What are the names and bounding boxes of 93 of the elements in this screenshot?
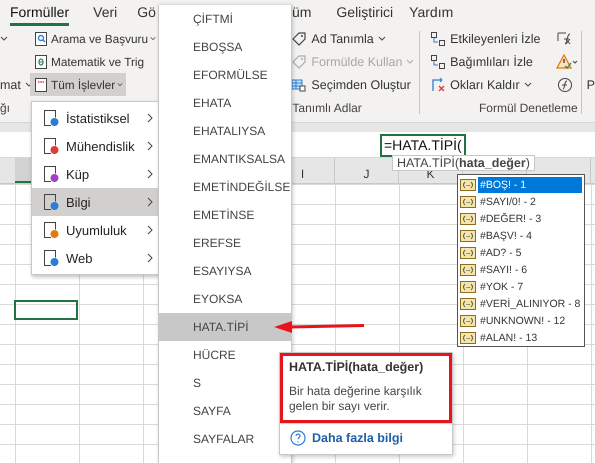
ribbon-button[interactable]: Tüm İşlevler	[30, 73, 126, 96]
tag-icon	[291, 30, 308, 46]
menu-item[interactable]: EHATALIYSA	[159, 117, 291, 145]
caret-icon	[406, 59, 414, 64]
menu-item[interactable]: ÇİFTMİ	[159, 5, 291, 33]
caret-icon	[150, 36, 156, 41]
chevron-right-icon	[147, 253, 153, 263]
column-header[interactable]: I	[300, 168, 304, 181]
menu-item[interactable]: Bilgi	[32, 188, 159, 216]
autocomplete-item[interactable]: #ALAN! - 13	[478, 330, 582, 346]
menu-item[interactable]: EREFSE	[159, 229, 291, 257]
category-icon	[42, 137, 60, 155]
category-icon	[42, 221, 60, 239]
chevron-right-icon	[147, 197, 153, 207]
constant-icon	[460, 332, 476, 344]
lookup-book-icon	[33, 30, 49, 46]
menu-item[interactable]: EYOKSA	[159, 285, 291, 313]
book-icon	[33, 76, 49, 92]
category-icon	[42, 165, 60, 183]
menu-item[interactable]: Web	[32, 244, 159, 272]
ribbon-button[interactable]: Matematik ve Trig	[30, 50, 148, 73]
autocomplete-item[interactable]: #VERİ_ALINIYOR - 8	[478, 296, 582, 312]
constant-icon	[460, 196, 476, 208]
ribbon-tab[interactable]: Veri	[93, 1, 118, 26]
theta-book-icon	[33, 54, 49, 70]
autocomplete-item[interactable]: #AD? - 5	[478, 244, 582, 260]
constant-icon	[460, 212, 476, 224]
ribbon-button[interactable]: Arama ve Başvuru	[30, 27, 160, 50]
menu-item[interactable]: ESAYIYSA	[159, 257, 291, 285]
menu-item[interactable]: EMANTIKSALSA	[159, 145, 291, 173]
caret-icon	[117, 82, 124, 87]
command-label[interactable]: mat	[0, 78, 21, 92]
caret-icon	[524, 82, 532, 87]
chevron-right-icon	[147, 169, 153, 179]
group-label: ğı	[0, 101, 10, 115]
command-label[interactable]: P	[586, 78, 595, 92]
trace-arrow-icon	[430, 54, 446, 70]
group-label: Formül Denetleme	[478, 101, 578, 115]
tooltip-title: HATA.TİPİ(hata_değer)	[289, 360, 424, 374]
ribbon-button[interactable]: Etkileyenleri İzle	[427, 27, 544, 50]
autocomplete-item[interactable]: #DEĞER! - 3	[478, 210, 582, 226]
ribbon-button[interactable]: Ad Tanımla	[288, 27, 389, 50]
menu-item[interactable]: EHATA	[159, 89, 291, 117]
menu-item[interactable]: Küp	[32, 160, 159, 188]
error-check-icon[interactable]	[556, 54, 578, 70]
cell-editor[interactable]: =HATA.TİPİ(	[380, 134, 466, 157]
tooltip-description: Bir hata değerine karşılık gelen bir sayı verir.	[289, 384, 423, 414]
autocomplete-item[interactable]: #BOŞ! - 1	[478, 176, 582, 192]
autocomplete-item[interactable]: #YOK - 7	[478, 278, 582, 294]
menu-item[interactable]: İstatistiksel	[32, 104, 159, 132]
argument-tooltip: HATA.TİPİ(hata_değer)	[392, 155, 535, 171]
menu-item[interactable]: EFORMÜLSE	[159, 61, 291, 89]
chevron-right-icon	[147, 225, 153, 235]
menu-item[interactable]: Uyumluluk	[32, 216, 159, 244]
menu-item[interactable]: EMETİNSE	[159, 201, 291, 229]
constant-icon	[460, 178, 476, 190]
ribbon-tab[interactable]: üm	[292, 1, 312, 26]
constant-icon	[460, 246, 476, 258]
constant-icon	[460, 280, 476, 292]
constant-icon	[460, 298, 476, 310]
ribbon-tab[interactable]: Geliştirici	[336, 1, 394, 26]
constant-icon	[460, 230, 476, 242]
menu-item[interactable]: Mühendislik	[32, 132, 159, 160]
chevron-right-icon	[147, 141, 153, 151]
help-icon	[290, 430, 306, 446]
category-icon	[42, 109, 60, 127]
ribbon-button[interactable]: Bağımlıları İzle	[427, 50, 536, 73]
group-label: Tanımlı Adlar	[292, 101, 362, 115]
trace-arrow-icon	[430, 30, 446, 46]
autocomplete-item[interactable]: #BAŞV! - 4	[478, 228, 582, 244]
remove-arrows-icon	[430, 76, 446, 92]
autocomplete-item[interactable]: #UNKNOWN! - 12	[478, 312, 582, 328]
constant-icon	[460, 314, 476, 326]
menu-item[interactable]: EBOŞSA	[159, 33, 291, 61]
tag-icon	[291, 54, 308, 70]
column-header[interactable]: J	[364, 168, 370, 181]
autocomplete-item[interactable]: #SAYI/0! - 2	[478, 194, 582, 210]
ribbon-button[interactable]: Seçimden Oluştur	[288, 73, 414, 96]
category-icon	[42, 193, 60, 211]
selected-cell[interactable]	[14, 300, 78, 320]
help-link[interactable]: Daha fazla bilgi	[312, 431, 403, 445]
category-icon	[42, 249, 60, 267]
ribbon-tab[interactable]: Gö	[137, 1, 156, 26]
menu-item[interactable]: EMETİNDEĞİLSE	[159, 173, 291, 201]
caret-icon	[378, 36, 386, 41]
ribbon-button[interactable]: Okları Kaldır	[427, 73, 535, 96]
ribbon-tab[interactable]: Yardım	[409, 1, 454, 26]
chevron-right-icon	[147, 113, 153, 123]
ribbon-tab[interactable]: Formüller	[10, 1, 70, 26]
autocomplete-item[interactable]: #SAYI! - 6	[478, 262, 582, 278]
menu-item[interactable]: HATA.TİPİ	[159, 313, 291, 341]
caret-icon	[0, 36, 8, 41]
constant-icon	[460, 264, 476, 276]
